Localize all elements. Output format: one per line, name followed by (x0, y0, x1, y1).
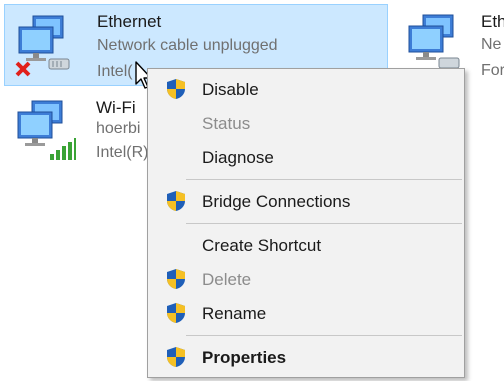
menu-item-properties[interactable]: Properties (148, 343, 464, 371)
menu-separator (186, 223, 462, 224)
menu-item-label: Disable (202, 80, 259, 99)
connection-status: hoerbi (96, 120, 141, 137)
wifi-signal-icon (50, 138, 76, 160)
connection-name: Ethernet (97, 12, 162, 31)
menu-item-label: Rename (202, 304, 267, 323)
connection-name: Eth (481, 12, 504, 31)
connection-device: For (481, 62, 504, 79)
menu-item-diagnose[interactable]: Diagnose (148, 143, 464, 171)
menu-separator (186, 179, 462, 180)
menu-item-rename[interactable]: Rename (148, 299, 464, 327)
menu-item-label: Properties (202, 348, 287, 367)
network-computers-icon (17, 100, 76, 160)
cable-plug-icon (48, 58, 70, 70)
connection-status: Ne (481, 36, 502, 53)
menu-item-disable[interactable]: Disable (148, 75, 464, 103)
menu-item-status[interactable]: Status (148, 109, 464, 137)
menu-item-bridge-connections[interactable]: Bridge Connections (148, 187, 464, 215)
uac-shield-icon (167, 303, 185, 323)
connection-name: Wi-Fi (96, 98, 136, 117)
menu-item-label: Diagnose (202, 148, 274, 167)
connection-wifi[interactable]: Wi-Fi hoerbi Intel(R) (4, 90, 154, 172)
menu-item-label: Status (202, 114, 251, 133)
menu-item-label: Create Shortcut (202, 236, 322, 255)
menu-separator (186, 335, 462, 336)
connection-device: Intel( (97, 63, 133, 80)
connection-device: Intel(R) (96, 144, 149, 161)
network-computers-icon (15, 15, 70, 77)
menu-item-create-shortcut[interactable]: Create Shortcut (148, 231, 464, 259)
uac-shield-icon (167, 79, 185, 99)
network-computers-icon (408, 14, 460, 69)
uac-shield-icon (167, 269, 185, 289)
disconnected-x-icon (15, 61, 31, 77)
uac-shield-icon (167, 347, 185, 367)
menu-item-delete[interactable]: Delete (148, 265, 464, 293)
cable-plug-icon (438, 57, 460, 69)
context-menu: Disable Status Diagnose Bridge Connectio… (147, 68, 465, 378)
uac-shield-icon (167, 191, 185, 211)
menu-item-label: Bridge Connections (202, 192, 351, 211)
menu-item-label: Delete (202, 270, 252, 289)
connection-status: Network cable unplugged (97, 37, 278, 54)
